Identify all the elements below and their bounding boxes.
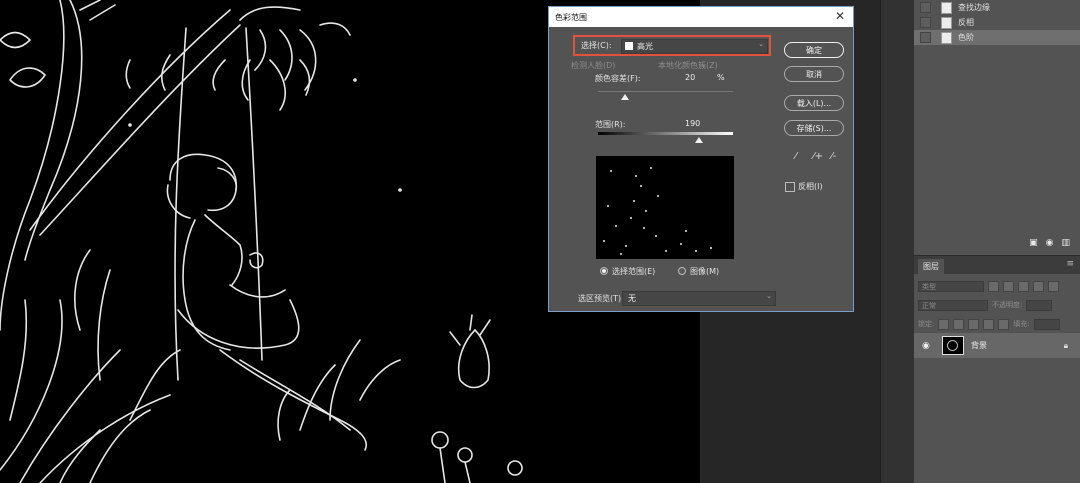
history-toolbar: ▣ ◉ ▥ [914,236,1080,250]
history-state-icon [941,16,952,29]
tab-layers[interactable]: 图层 [918,259,944,274]
lock-all-icon[interactable] [998,318,1010,330]
panel-dock-strip [880,0,915,483]
layer-thumbnail [942,336,964,355]
fill-field[interactable] [1033,318,1060,330]
fuzziness-slider-track[interactable] [598,91,733,92]
chevron-down-icon: ⌄ [766,292,772,300]
invert-checkbox[interactable] [785,182,795,192]
range-slider-thumb[interactable] [695,137,703,143]
select-value: 高光 [637,42,653,51]
selection-preview-dropdown[interactable]: 无 ⌄ [622,291,776,306]
detect-faces-checkbox[interactable]: 检测人脸(D) [571,60,615,71]
eyedropper-plus-icon[interactable]: ⁄+ [813,151,823,162]
trash-icon[interactable]: ▥ [1061,238,1070,248]
range-slider-track[interactable] [598,132,733,135]
lock-icon[interactable]: 🔒︎ [1064,341,1068,351]
fuzziness-label: 颜色容差(F): [595,74,641,83]
layers-panel-header: 图层 ≡ [914,255,1080,274]
selection-preview-value: 无 [628,294,636,303]
pixel-filter-icon[interactable] [988,280,999,292]
range-value[interactable]: 190 [685,119,700,128]
history-state-icon [941,31,952,44]
image-radio[interactable] [678,267,686,275]
lock-transparency-icon[interactable] [938,318,950,330]
eyedropper-minus-icon[interactable]: ⁄- [831,151,836,162]
history-state-icon [941,1,952,14]
layer-kind-filter[interactable]: 类型 [918,280,984,292]
history-checkbox[interactable] [920,32,931,43]
preview-image [603,167,712,255]
layer-row-background[interactable]: ◉ 背景 🔒︎ [914,333,1080,358]
close-icon[interactable]: ✕ [835,9,845,23]
dialog-body: 选择(C): 高光 ⌄ 检测人脸(D) 本地化颜色簇(Z) 颜色容差(F): 2… [550,27,852,311]
lock-pixels-icon[interactable] [953,318,965,330]
selection-preview-thumbnail[interactable] [596,156,734,259]
blend-mode-select[interactable]: 正常 [918,299,988,311]
history-item-label: 反相 [958,18,974,27]
camera-icon[interactable]: ◉ [1046,238,1054,248]
selection-radio-label: 选择范围(E) [612,267,656,276]
blend-opacity-row: 正常 不透明度: [918,298,1076,312]
image-radio-label: 图像(M) [690,267,720,276]
dialog-titlebar[interactable]: 色彩范围 ✕ [549,7,853,27]
lock-position-icon[interactable] [968,318,980,330]
select-label: 选择(C): [581,41,612,50]
fuzziness-slider-thumb[interactable] [621,94,629,100]
smart-object-filter-icon[interactable] [1048,280,1059,292]
eyedropper-icon[interactable]: ⁄ [795,151,797,162]
opacity-field[interactable] [1026,299,1053,311]
history-item[interactable]: 反相 [914,15,1080,30]
fuzziness-unit: % [717,73,725,82]
type-filter-icon[interactable] [1018,280,1029,292]
history-item-selected[interactable]: 色阶 [914,30,1080,45]
history-checkbox[interactable] [920,17,931,28]
color-range-dialog: 色彩范围 ✕ 选择(C): 高光 ⌄ 检测人脸(D) 本地化颜色簇(Z) 颜色容… [548,6,854,312]
lock-artboard-icon[interactable] [983,318,995,330]
load-button[interactable]: 载入(L)... [784,95,844,111]
range-label: 范围(R): [595,120,626,129]
selection-radio[interactable] [600,267,608,275]
shape-filter-icon[interactable] [1033,280,1044,292]
lock-fill-row: 锁定: 填充: [918,317,1076,331]
fuzziness-value[interactable]: 20 [685,73,695,82]
selection-preview-label: 选区预览(T): [578,294,624,303]
history-item-label: 查找边缘 [958,3,990,12]
invert-label: 反相(I) [798,182,823,191]
right-panels: 查找边缘 反相 色阶 ▣ ◉ ▥ 图层 ≡ 类型 正常 不透明度: 锁定: 填充… [914,0,1080,483]
localized-clusters-checkbox[interactable]: 本地化颜色簇(Z) [658,60,718,71]
panel-menu-icon[interactable]: ≡ [1066,259,1074,269]
opacity-label: 不透明度: [992,301,1023,309]
history-item-label: 色阶 [958,33,974,42]
ok-button[interactable]: 确定 [784,42,844,58]
color-swatch [625,42,633,50]
lock-label: 锁定: [918,320,935,328]
cancel-button[interactable]: 取消 [784,66,844,82]
history-item[interactable]: 查找边缘 [914,0,1080,15]
layer-name[interactable]: 背景 [971,340,1064,351]
select-dropdown[interactable]: 高光 ⌄ [621,39,768,54]
fill-label: 填充: [1013,320,1030,328]
save-button[interactable]: 存储(S)... [784,120,844,136]
adjustment-filter-icon[interactable] [1003,280,1014,292]
visibility-eye-icon[interactable]: ◉ [922,341,934,351]
history-checkbox[interactable] [920,2,931,13]
new-document-from-state-icon[interactable]: ▣ [1029,238,1038,248]
layer-filter-row: 类型 [918,279,1076,293]
chevron-down-icon: ⌄ [758,40,764,48]
dialog-title: 色彩范围 [555,13,587,22]
